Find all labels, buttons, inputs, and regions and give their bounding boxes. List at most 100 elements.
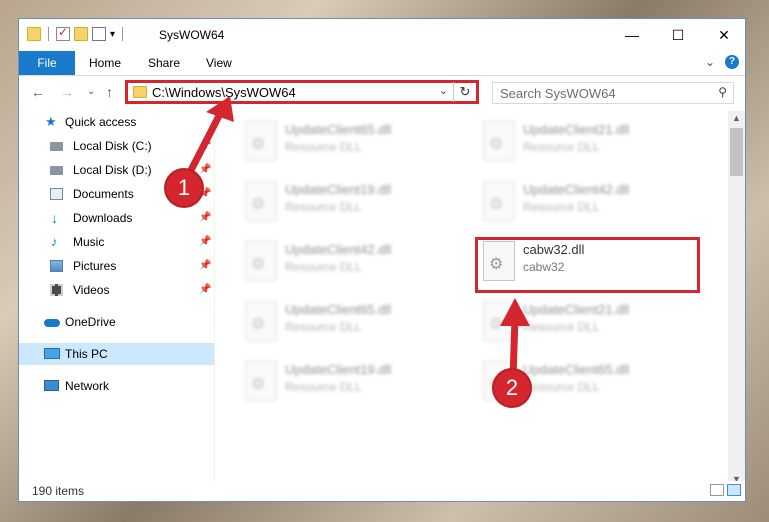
sidebar-item-label: OneDrive [65, 315, 116, 329]
file-name: UpdateClient21.dll [523, 302, 630, 317]
videos-icon [50, 284, 63, 296]
sidebar-item-network[interactable]: Network [19, 375, 215, 397]
status-bar: 190 items [19, 481, 745, 501]
pin-icon[interactable]: 📌 [199, 279, 211, 301]
item-count: 190 items [32, 484, 85, 498]
ribbon-tabs: File Home Share View ⌄ ? [19, 51, 745, 76]
file-name: UpdateClient19.dll [285, 362, 392, 377]
tab-view[interactable]: View [206, 51, 232, 75]
vertical-scrollbar[interactable]: ▲ ▼ [728, 111, 745, 486]
documents-icon [50, 188, 63, 200]
tab-file[interactable]: File [19, 51, 75, 75]
sidebar-item-label: Pictures [73, 259, 117, 273]
sidebar-item-label: This PC [65, 347, 108, 361]
maximize-button[interactable]: ☐ [655, 19, 701, 51]
address-path[interactable]: C:\Windows\SysWOW64 [152, 85, 296, 100]
search-input[interactable]: Search SysWOW64 [500, 86, 616, 101]
file-description: Resource DLL [523, 380, 600, 394]
customize-toolbar-icon[interactable] [92, 27, 106, 41]
download-icon: ↓ [51, 210, 58, 226]
file-explorer-window: ▾ SysWOW64 — ☐ ✕ File Home Share View ⌄ … [18, 18, 746, 502]
close-button[interactable]: ✕ [701, 19, 745, 51]
file-description: Resource DLL [523, 200, 600, 214]
sidebar-item-label: Videos [73, 283, 110, 297]
dll-file-icon [483, 301, 515, 341]
recent-locations-button[interactable]: ⌄ [87, 86, 95, 97]
dll-file-icon [483, 181, 515, 221]
sidebar-item-this-pc[interactable]: This PC [19, 343, 215, 365]
new-folder-icon[interactable] [74, 27, 88, 41]
cloud-icon [44, 319, 60, 327]
sidebar-item-videos[interactable]: Videos 📌 [19, 279, 215, 301]
sidebar-item-onedrive[interactable]: OneDrive [19, 311, 215, 333]
file-item[interactable]: UpdateClient19.dll Resource DLL [235, 177, 453, 227]
address-dropdown-icon[interactable]: ⌄ [439, 84, 448, 97]
navigation-pane: ★ Quick access Local Disk (C:) 📌 Local D… [19, 111, 215, 491]
quick-access-toolbar: ▾ [27, 25, 126, 41]
dll-file-icon [245, 121, 277, 161]
dll-file-icon [245, 361, 277, 401]
title-bar: ▾ SysWOW64 — ☐ ✕ [19, 19, 745, 51]
properties-icon[interactable] [56, 25, 70, 41]
star-icon: ★ [45, 114, 57, 129]
file-item[interactable]: UpdateClient65.dll Resource DLL [235, 297, 453, 347]
search-box[interactable]: Search SysWOW64 ⚲ [492, 82, 734, 104]
large-icons-view-icon[interactable] [727, 484, 741, 496]
drive-icon [50, 166, 63, 175]
refresh-button[interactable]: ↻ [453, 82, 476, 102]
sidebar-item-downloads[interactable]: ↓ Downloads 📌 [19, 207, 215, 229]
file-description: Resource DLL [285, 200, 362, 214]
pin-icon[interactable]: 📌 [199, 255, 211, 277]
minimize-button[interactable]: — [609, 19, 655, 51]
expand-ribbon-icon[interactable]: ⌄ [705, 55, 715, 69]
file-description: Resource DLL [285, 320, 362, 334]
file-name: UpdateClient65.dll [285, 122, 392, 137]
search-icon[interactable]: ⚲ [718, 85, 727, 99]
file-item[interactable]: UpdateClient19.dll Resource DLL [235, 357, 453, 407]
step-2-badge: 2 [494, 370, 530, 406]
dll-file-icon [483, 121, 515, 161]
dll-file-icon [245, 241, 277, 281]
details-view-icon[interactable] [710, 484, 724, 496]
help-icon[interactable]: ? [725, 55, 739, 69]
file-item[interactable]: UpdateClient65.dll Resource DLL [235, 117, 453, 167]
file-description: Resource DLL [285, 140, 362, 154]
file-item[interactable]: UpdateClient42.dll Resource DLL [235, 237, 453, 287]
up-button[interactable]: ↑ [106, 84, 113, 100]
sidebar-item-quick-access[interactable]: ★ Quick access [19, 111, 215, 133]
file-list: UpdateClient65.dll Resource DLL UpdateCl… [215, 111, 730, 486]
music-icon: ♪ [51, 234, 58, 249]
file-item[interactable]: UpdateClient42.dll Resource DLL [473, 177, 691, 227]
pin-icon[interactable]: 📌 [199, 207, 211, 229]
pin-icon[interactable]: 📌 [199, 159, 211, 181]
pin-icon[interactable]: 📌 [199, 135, 211, 157]
scroll-thumb[interactable] [730, 128, 743, 176]
forward-button[interactable]: → [60, 84, 74, 100]
file-name: UpdateClient42.dll [523, 182, 630, 197]
sidebar-item-label: Downloads [73, 211, 133, 225]
file-item[interactable]: UpdateClient21.dll Resource DLL [473, 117, 691, 167]
back-button[interactable]: ← [31, 84, 45, 100]
toolbar-dropdown-icon[interactable]: ▾ [110, 29, 115, 40]
file-description: Resource DLL [285, 380, 362, 394]
tab-home[interactable]: Home [89, 51, 121, 75]
computer-icon [44, 348, 60, 359]
sidebar-item-label: Local Disk (C:) [73, 139, 152, 153]
ribbon-controls: ⌄ ? [705, 55, 739, 69]
sidebar-item-local-disk-c[interactable]: Local Disk (C:) 📌 [19, 135, 215, 157]
folder-icon [27, 27, 41, 41]
sidebar-item-label: Documents [73, 187, 134, 201]
file-item[interactable]: UpdateClient21.dll Resource DLL [473, 297, 691, 347]
pin-icon[interactable]: 📌 [199, 231, 211, 253]
file-name: UpdateClient19.dll [285, 182, 392, 197]
sidebar-item-music[interactable]: ♪ Music 📌 [19, 231, 215, 253]
address-bar[interactable]: C:\Windows\SysWOW64 ⌄ ↻ [125, 80, 479, 104]
sidebar-item-pictures[interactable]: Pictures 📌 [19, 255, 215, 277]
tab-share[interactable]: Share [148, 51, 180, 75]
file-name: UpdateClient65.dll [523, 362, 630, 377]
sidebar-item-label: Quick access [65, 115, 137, 129]
file-name: UpdateClient21.dll [523, 122, 630, 137]
navigation-bar: ← → ⌄ ↑ C:\Windows\SysWOW64 ⌄ ↻ Search S… [19, 76, 745, 110]
file-description: Resource DLL [523, 320, 600, 334]
scroll-up-arrow-icon[interactable]: ▲ [732, 113, 741, 123]
